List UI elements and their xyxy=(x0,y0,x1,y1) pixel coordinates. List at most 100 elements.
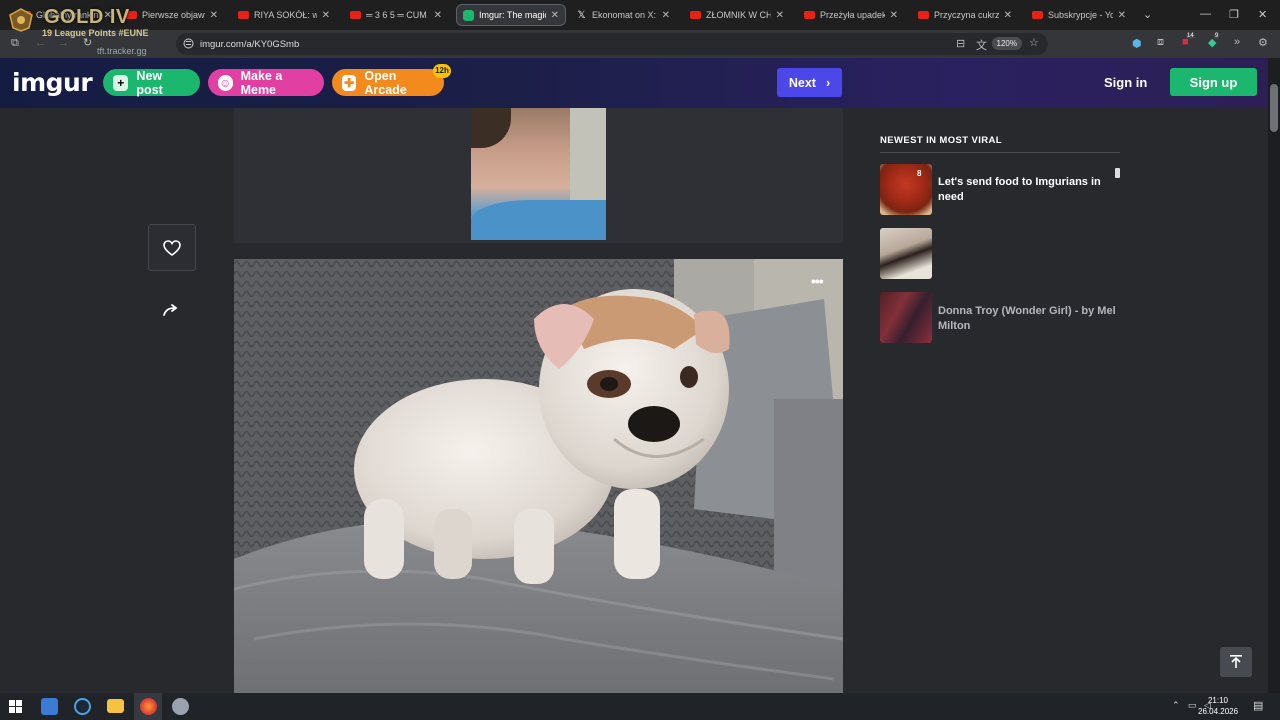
open-arcade-button[interactable]: ✚ Open Arcade xyxy=(332,68,444,97)
scroll-to-top-button[interactable] xyxy=(1220,647,1252,677)
close-icon[interactable]: ✕ xyxy=(890,10,898,21)
extension-badge: 9 xyxy=(1214,33,1220,39)
favorite-button[interactable] xyxy=(148,224,196,271)
viral-thumbnail xyxy=(880,164,932,215)
viral-post-item[interactable]: 8 Let's send food to Imgurians in need xyxy=(880,164,1120,216)
clock-time: 21:10 xyxy=(1207,696,1229,705)
gamepad-icon: ✚ xyxy=(342,74,357,91)
chevron-right-icon: › xyxy=(825,75,831,90)
next-label: Next xyxy=(788,75,816,90)
browser-tab[interactable]: Przeżyła upadek z 10 ✕ xyxy=(798,4,904,26)
taskbar-clock[interactable]: 21:10 26.04.2026 xyxy=(1198,695,1238,717)
reload-icon[interactable]: ↻ xyxy=(83,36,92,49)
sidebar-title: NEWEST IN MOST VIRAL xyxy=(880,135,1002,146)
scrollbar-thumb[interactable] xyxy=(1270,84,1278,132)
post-image[interactable] xyxy=(234,259,843,693)
make-meme-button[interactable]: ☺ Make a Meme xyxy=(208,68,324,97)
steam-icon[interactable] xyxy=(74,698,91,715)
zoom-level[interactable]: 120% xyxy=(991,37,1022,50)
site-info-icon[interactable] xyxy=(183,38,194,49)
youtube-icon xyxy=(350,11,361,19)
arcade-timer-badge: 12h xyxy=(433,64,451,78)
address-bar[interactable]: imgur.com/a/KY0GSmb ⊟ 文 120% ☆ xyxy=(176,33,1048,55)
notifications-icon[interactable]: ▤ xyxy=(1253,699,1263,712)
extension-badge: 14 xyxy=(1186,33,1195,39)
close-icon[interactable]: ✕ xyxy=(1118,10,1126,21)
extensions-puzzle-icon[interactable]: ⧈ xyxy=(1157,36,1164,49)
plus-icon: + xyxy=(113,74,129,91)
close-window-icon[interactable]: ✕ xyxy=(1258,8,1267,21)
viral-thumbnail xyxy=(880,292,932,343)
minimize-icon[interactable]: — xyxy=(1200,8,1211,20)
tray-chevron-up-icon[interactable]: ⌃ xyxy=(1172,700,1180,711)
youtube-icon xyxy=(918,11,929,19)
forward-icon[interactable]: → xyxy=(58,37,69,49)
browser-tab[interactable]: ═ 3 6 5 ═ CUM ✕ xyxy=(344,4,448,26)
close-icon[interactable]: ✕ xyxy=(322,10,330,21)
open-arcade-label: Open Arcade xyxy=(364,68,407,97)
sign-in-link[interactable]: Sign in xyxy=(1104,75,1147,90)
imgur-header: imgur + New post ☺ Make a Meme ✚ Open Ar… xyxy=(0,58,1280,108)
bookmark-star-icon[interactable]: ☆ xyxy=(1029,36,1039,49)
translate-icon[interactable]: 文 xyxy=(976,37,987,53)
imgur-icon xyxy=(463,9,474,21)
tab-list-chevron-icon[interactable]: ⌄ xyxy=(1143,8,1152,21)
sidebar-scrollbar[interactable] xyxy=(1115,168,1120,178)
more-extensions-icon[interactable]: » xyxy=(1234,36,1240,48)
x-logo-icon: 𝕏 xyxy=(577,9,586,21)
viral-post-item[interactable]: Donna Troy (Wonder Girl) - by Mel Milton xyxy=(880,292,1120,344)
post-image-previous[interactable] xyxy=(471,108,606,240)
share-arrow-icon xyxy=(163,304,178,316)
url-text: imgur.com/a/KY0GSmb xyxy=(200,39,300,50)
youtube-icon xyxy=(1032,11,1043,19)
sign-up-button[interactable]: Sign up xyxy=(1170,68,1257,96)
reader-mode-icon[interactable]: ⊟ xyxy=(956,37,965,50)
network-icon[interactable]: ▭ xyxy=(1188,700,1197,711)
tab-title: Globalny ranking… xyxy=(36,10,99,20)
browser-tab[interactable]: ZŁOMNIK W CHINAC ✕ xyxy=(684,4,790,26)
file-explorer-icon[interactable] xyxy=(107,699,124,713)
browser-tab[interactable]: Przyczyna cukrzycy N ✕ xyxy=(912,4,1018,26)
close-icon[interactable]: ✕ xyxy=(776,10,784,21)
app-icon[interactable] xyxy=(172,698,189,715)
viral-post-item[interactable] xyxy=(880,228,1120,280)
settings-icon[interactable]: ⚙ xyxy=(1258,36,1268,49)
make-meme-label: Make a Meme xyxy=(240,68,283,97)
heart-icon xyxy=(163,239,181,256)
browser-tab[interactable]: Globalny ranking… ✕ xyxy=(14,4,118,26)
browser-tab-active[interactable]: Imgur: The magic of ✕ xyxy=(456,4,566,26)
close-icon[interactable]: ✕ xyxy=(210,10,218,21)
browser-tab[interactable]: Subskrypcje - YouTub ✕ xyxy=(1026,4,1132,26)
share-button[interactable] xyxy=(160,300,184,322)
browser-tab[interactable]: Pierwsze objawy RAK ✕ xyxy=(120,4,224,26)
page-scrollbar[interactable] xyxy=(1268,58,1280,693)
tab-title: RIYA SOKÓŁ: wywiad xyxy=(254,10,317,20)
close-icon[interactable]: ✕ xyxy=(662,10,670,21)
sidebar-toggle-icon[interactable]: ⧉ xyxy=(11,37,19,50)
task-view-icon[interactable] xyxy=(41,698,58,715)
viral-thumbnail xyxy=(880,228,932,279)
imgur-logo[interactable]: imgur xyxy=(12,68,93,97)
browser-tab[interactable]: RIYA SOKÓŁ: wywiad ✕ xyxy=(232,4,336,26)
windows-start-icon[interactable] xyxy=(9,700,22,713)
bulldog-puppy-image xyxy=(234,259,843,693)
browser-tab[interactable]: 𝕏 Ekonomat on X: ✕ xyxy=(570,4,676,26)
tab-title: Ekonomat on X: xyxy=(592,10,657,20)
restore-icon[interactable]: ❐ xyxy=(1229,8,1239,21)
firefox-icon[interactable] xyxy=(140,698,157,715)
next-post-button[interactable]: Next › xyxy=(777,68,842,97)
close-icon[interactable]: ✕ xyxy=(1004,10,1012,21)
back-icon[interactable]: ← xyxy=(35,37,46,49)
tab-title: Przeżyła upadek z 10 xyxy=(820,10,885,20)
more-options-icon[interactable]: ••• xyxy=(811,273,824,289)
viral-post-title: Let's send food to Imgurians in need xyxy=(938,176,1101,203)
post-count-badge: 8 xyxy=(917,169,922,178)
new-post-label: New post xyxy=(136,68,163,97)
close-icon[interactable]: ✕ xyxy=(434,10,442,21)
new-post-button[interactable]: + New post xyxy=(103,68,200,97)
sidebar-divider xyxy=(880,152,1120,153)
tab-title: Imgur: The magic of xyxy=(479,10,546,20)
close-icon[interactable]: ✕ xyxy=(551,10,559,21)
close-icon[interactable]: ✕ xyxy=(104,10,112,21)
shield-extension-icon[interactable]: ⬢ xyxy=(1132,37,1142,50)
